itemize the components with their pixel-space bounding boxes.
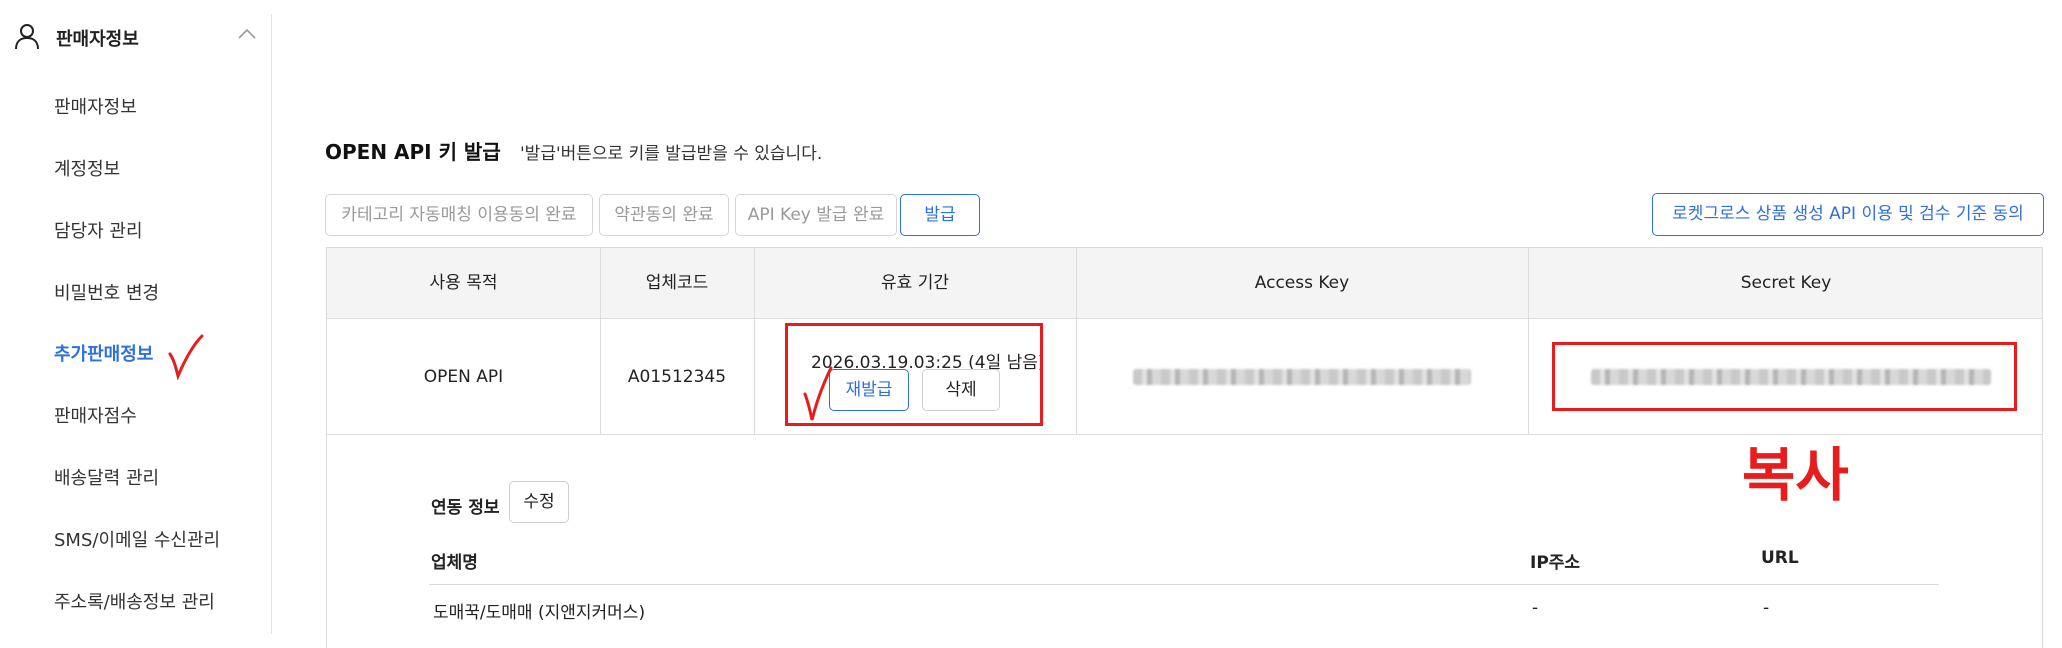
- sidebar: 판매자정보 판매자정보 계정정보 담당자 관리 비밀번호 변경 추가판매정보 판…: [14, 14, 272, 634]
- chevron-up-icon[interactable]: [236, 26, 258, 42]
- col-purpose: 사용 목적: [429, 273, 498, 293]
- main-content: OPEN API 키 발급 '발급'버튼으로 키를 발급받을 수 있습니다. 카…: [272, 14, 2062, 648]
- integration-info-label: 연동 정보: [431, 498, 500, 518]
- sidebar-item-delivery-calendar[interactable]: 배송달력 관리: [54, 464, 159, 490]
- sidebar-item-password[interactable]: 비밀번호 변경: [54, 279, 159, 305]
- sidebar-item-seller-info[interactable]: 판매자정보: [54, 93, 137, 119]
- step-api-key-issued: API Key 발급 완료: [735, 194, 897, 236]
- sidebar-item-sms-email[interactable]: SMS/이메일 수신관리: [54, 526, 220, 552]
- sidebar-item-seller-score[interactable]: 판매자점수: [54, 402, 137, 428]
- integration-url-cell: -: [1763, 598, 1770, 618]
- issue-button[interactable]: 발급: [900, 194, 980, 236]
- red-checkmark-annotation-icon: [168, 334, 204, 380]
- sidebar-title: 판매자정보: [56, 29, 139, 50]
- purpose-cell: OPEN API: [423, 367, 504, 387]
- step-category-automatch: 카테고리 자동매칭 이용동의 완료: [325, 194, 593, 236]
- sidebar-item-account-info[interactable]: 계정정보: [54, 155, 120, 181]
- col-expiry: 유효 기간: [881, 273, 949, 293]
- vendor-code-cell: A01512345: [627, 367, 727, 387]
- col-vendor-code: 업체코드: [645, 273, 709, 293]
- step-terms-agreement: 약관동의 완료: [599, 194, 729, 236]
- integration-ip-cell: -: [1532, 598, 1539, 618]
- red-checkmark-annotation-icon: [803, 366, 833, 421]
- integration-divider: [429, 584, 1939, 585]
- table-header: 사용 목적 업체코드 유효 기간 Access Key Secret Key: [327, 248, 2042, 319]
- user-icon: [15, 24, 39, 50]
- section-title: OPEN API 키 발급: [325, 140, 501, 164]
- access-key-redacted: [1133, 369, 1471, 385]
- integration-col-company: 업체명: [431, 553, 478, 573]
- sidebar-header[interactable]: 판매자정보: [14, 14, 272, 58]
- sidebar-item-manager[interactable]: 담당자 관리: [54, 217, 143, 243]
- section-description: '발급'버튼으로 키를 발급받을 수 있습니다.: [520, 144, 823, 164]
- integration-company-cell: 도매꾹/도매매 (지앤지커머스): [433, 603, 646, 623]
- secret-key-highlight-box: [1552, 342, 2017, 411]
- col-secret-key: Secret Key: [1740, 273, 1832, 293]
- rocket-growth-consent-button[interactable]: 로켓그로스 상품 생성 API 이용 및 검수 기준 동의: [1652, 193, 2044, 236]
- sidebar-item-additional-sales-info[interactable]: 추가판매정보: [54, 340, 153, 366]
- sidebar-item-address-book[interactable]: 주소록/배송정보 관리: [54, 588, 215, 614]
- integration-col-url: URL: [1761, 548, 1799, 568]
- integration-col-ip: IP주소: [1530, 553, 1581, 573]
- access-key-value[interactable]: [1133, 369, 1471, 385]
- copy-annotation-text: 복사: [1742, 441, 1849, 509]
- col-access-key: Access Key: [1254, 273, 1350, 293]
- integration-edit-button[interactable]: 수정: [509, 481, 569, 523]
